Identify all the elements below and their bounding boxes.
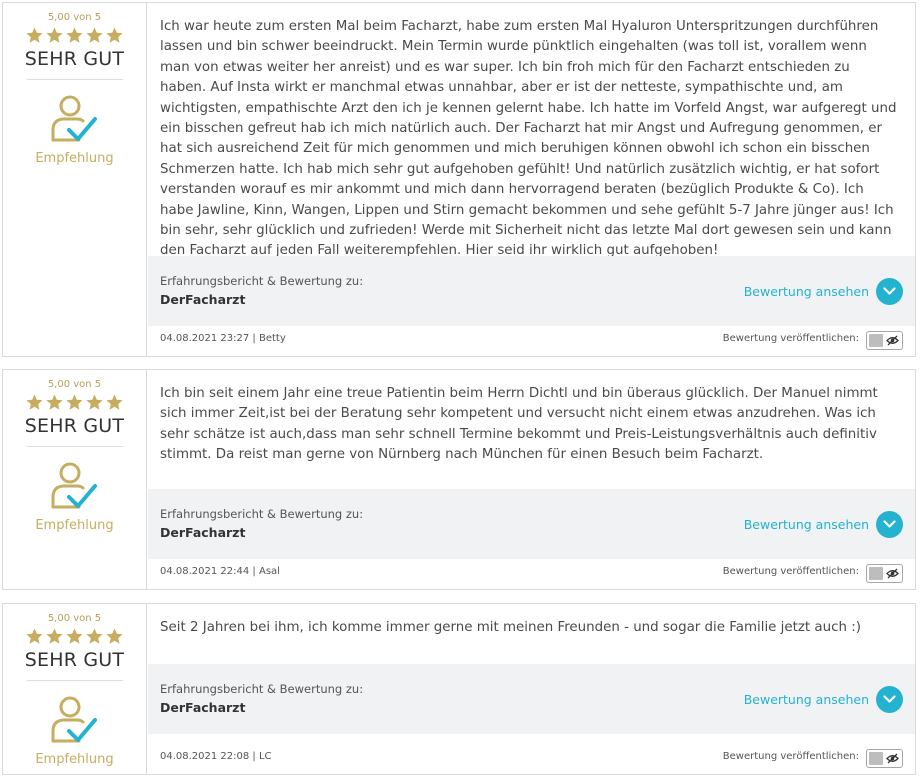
recommendation-user-check-icon — [51, 696, 97, 743]
publish-label: Bewertung veröffentlichen: — [722, 751, 859, 762]
rating-score: 5,00 von 5 — [47, 379, 102, 390]
divider — [26, 79, 123, 80]
review-card: 5,00 von 5 SEHR GUT Empfehlung Ich war h… — [2, 2, 916, 357]
view-review-link[interactable]: Bewertung ansehen — [744, 692, 869, 707]
star-icon — [106, 394, 123, 410]
review-content: Ich war heute zum ersten Mal beim Fachar… — [148, 3, 915, 356]
toggle-knob — [869, 334, 883, 347]
chevron-down-icon — [883, 287, 896, 295]
star-rating — [3, 393, 146, 412]
subject-name: DerFacharzt — [160, 525, 246, 540]
star-icon — [46, 27, 63, 43]
subject-name: DerFacharzt — [160, 292, 246, 307]
star-rating — [3, 26, 146, 45]
review-footer: 04.08.2021 22:08 | LC Bewertung veröffen… — [148, 742, 915, 774]
star-icon — [66, 394, 83, 410]
rating-panel: 5,00 von 5 SEHR GUT Empfehlung — [3, 604, 147, 774]
review-content: Ich bin seit einem Jahr eine treue Patie… — [148, 370, 915, 589]
star-icon — [26, 628, 43, 644]
review-text: Seit 2 Jahren bei ihm, ich komme immer g… — [160, 620, 861, 635]
subject-label: Erfahrungsbericht & Bewertung zu: — [160, 507, 364, 521]
view-review-link[interactable]: Bewertung ansehen — [744, 517, 869, 532]
rating-panel: 5,00 von 5 SEHR GUT Empfehlung — [3, 3, 147, 356]
review-meta: 04.08.2021 23:27 | Betty — [160, 333, 286, 344]
star-icon — [66, 628, 83, 644]
chevron-down-icon — [883, 695, 896, 703]
star-icon — [46, 628, 63, 644]
eye-slash-icon — [886, 335, 899, 346]
review-content: Seit 2 Jahren bei ihm, ich komme immer g… — [148, 604, 915, 774]
review-text: Ich war heute zum ersten Mal beim Fachar… — [160, 19, 897, 259]
view-review-button[interactable] — [876, 278, 903, 305]
rating-panel: 5,00 von 5 SEHR GUT Empfehlung — [3, 370, 147, 589]
star-icon — [46, 394, 63, 410]
subject-name: DerFacharzt — [160, 700, 246, 715]
publish-toggle[interactable] — [866, 331, 903, 350]
review-footer: 04.08.2021 22:44 | Asal Bewertung veröff… — [148, 557, 915, 589]
eye-slash-icon — [886, 753, 899, 764]
review-footer: 04.08.2021 23:27 | Betty Bewertung veröf… — [148, 324, 915, 356]
star-rating — [3, 627, 146, 646]
recommendation-user-check-icon — [51, 462, 97, 509]
star-icon — [86, 628, 103, 644]
view-review-button[interactable] — [876, 686, 903, 713]
divider — [26, 446, 123, 447]
publish-label: Bewertung veröffentlichen: — [722, 566, 859, 577]
publish-toggle[interactable] — [866, 564, 903, 583]
rating-score: 5,00 von 5 — [47, 613, 102, 624]
review-meta: 04.08.2021 22:44 | Asal — [160, 566, 280, 577]
review-text: Ich bin seit einem Jahr eine treue Patie… — [160, 386, 878, 463]
chevron-down-icon — [883, 520, 896, 528]
recommendation-label: Empfehlung — [35, 151, 114, 166]
recommendation-label: Empfehlung — [35, 518, 114, 533]
rating-grade: SEHR GUT — [24, 415, 125, 437]
review-subject: Erfahrungsbericht & Bewertung zu: DerFac… — [148, 489, 915, 559]
star-icon — [66, 27, 83, 43]
review-card: 5,00 von 5 SEHR GUT Empfehlung Seit 2 Ja… — [2, 603, 916, 775]
star-icon — [26, 394, 43, 410]
divider — [26, 680, 123, 681]
review-meta: 04.08.2021 22:08 | LC — [160, 751, 272, 762]
review-card: 5,00 von 5 SEHR GUT Empfehlung Ich bin s… — [2, 369, 916, 590]
star-icon — [106, 628, 123, 644]
star-icon — [86, 394, 103, 410]
toggle-knob — [869, 567, 883, 580]
star-icon — [106, 27, 123, 43]
publish-toggle[interactable] — [866, 749, 903, 768]
star-icon — [86, 27, 103, 43]
review-subject: Erfahrungsbericht & Bewertung zu: DerFac… — [148, 256, 915, 326]
view-review-link[interactable]: Bewertung ansehen — [744, 284, 869, 299]
publish-label: Bewertung veröffentlichen: — [722, 333, 859, 344]
view-review-button[interactable] — [876, 511, 903, 538]
star-icon — [26, 27, 43, 43]
rating-grade: SEHR GUT — [24, 649, 125, 671]
rating-grade: SEHR GUT — [24, 48, 125, 70]
review-subject: Erfahrungsbericht & Bewertung zu: DerFac… — [148, 664, 915, 734]
subject-label: Erfahrungsbericht & Bewertung zu: — [160, 274, 364, 288]
eye-slash-icon — [886, 568, 899, 579]
toggle-knob — [869, 752, 883, 765]
recommendation-label: Empfehlung — [35, 752, 114, 767]
subject-label: Erfahrungsbericht & Bewertung zu: — [160, 682, 364, 696]
rating-score: 5,00 von 5 — [47, 12, 102, 23]
recommendation-user-check-icon — [51, 95, 97, 142]
